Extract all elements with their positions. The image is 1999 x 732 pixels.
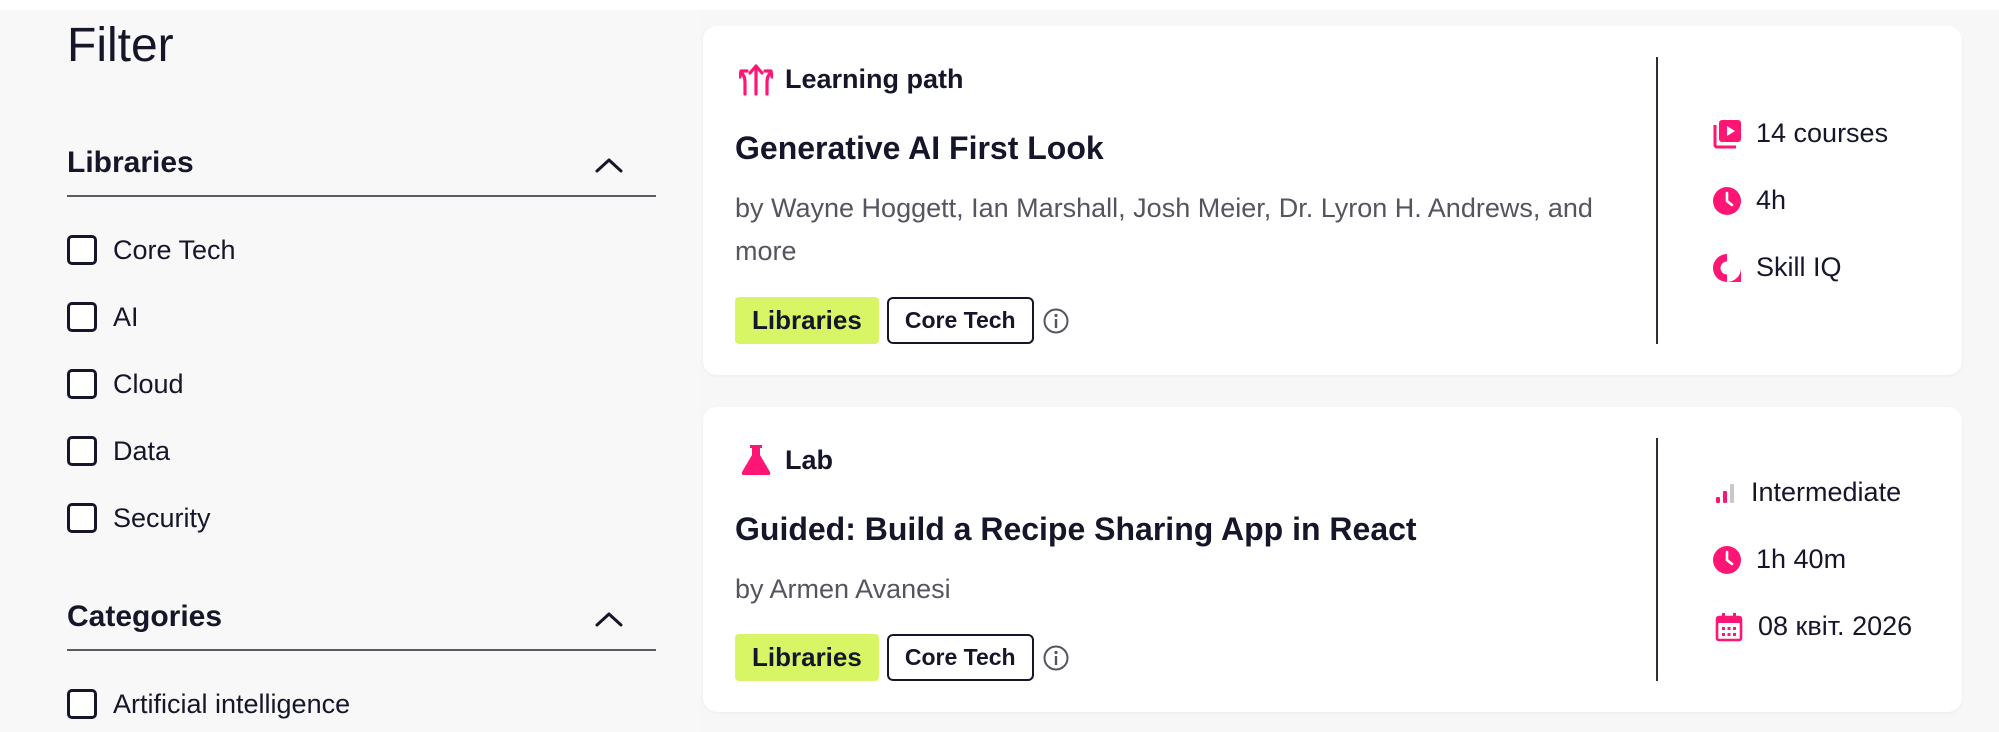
filter-option-label: Data <box>113 435 171 466</box>
meta-skill-iq: Skill IQ <box>1712 252 1842 283</box>
tag-libraries: Libraries <box>735 297 879 344</box>
card-divider <box>1656 57 1658 344</box>
filter-option-data[interactable]: Data <box>67 431 170 471</box>
learning-path-icon <box>739 64 773 96</box>
card-tags: Libraries Core Tech <box>735 634 1070 681</box>
libraries-section-label: Libraries <box>67 146 194 179</box>
checkbox[interactable] <box>67 235 97 265</box>
meta-level-text: Intermediate <box>1751 477 1902 507</box>
top-strip <box>0 0 1999 10</box>
meta-duration-text: 1h 40m <box>1756 544 1847 574</box>
meta-duration: 1h 40m <box>1712 544 1846 575</box>
tag-libraries: Libraries <box>735 634 879 681</box>
meta-courses-text: 14 courses <box>1756 118 1889 148</box>
libraries-section-header[interactable]: Libraries <box>67 128 656 197</box>
card-authors: by Wayne Hoggett, Ian Marshall, Josh Mei… <box>735 193 1593 266</box>
meta-duration-text: 4h <box>1756 185 1787 215</box>
clock-icon <box>1713 545 1741 574</box>
chevron-up-icon[interactable] <box>594 156 624 174</box>
filter-option-cloud[interactable]: Cloud <box>67 364 184 404</box>
clock-icon <box>1713 186 1741 215</box>
content-type-label: Lab <box>785 444 834 475</box>
skill-iq-icon <box>1713 253 1741 282</box>
card-authors: by Armen Avanesi <box>735 574 951 604</box>
tag-core-tech: Core Tech <box>886 297 1034 344</box>
chevron-up-icon[interactable] <box>594 610 624 628</box>
meta-date-text: 08 квіт. 2026 <box>1758 611 1913 641</box>
tag-core-tech: Core Tech <box>886 634 1034 681</box>
filter-option-label: AI <box>113 301 139 332</box>
checkbox[interactable] <box>67 689 97 719</box>
level-bars-icon <box>1716 483 1734 503</box>
filter-option-label: Security <box>113 502 211 533</box>
info-icon[interactable] <box>1042 307 1070 335</box>
filter-option-ai[interactable]: AI <box>67 297 139 337</box>
info-icon[interactable] <box>1042 644 1070 672</box>
meta-courses: 14 courses <box>1712 118 1888 149</box>
lab-flask-icon <box>741 445 771 475</box>
meta-level: Intermediate <box>1713 477 1901 508</box>
checkbox[interactable] <box>67 302 97 332</box>
meta-date: 08 квіт. 2026 <box>1714 611 1912 642</box>
filter-option-label: Artificial intelligence <box>113 688 351 719</box>
calendar-icon <box>1715 612 1743 641</box>
checkbox[interactable] <box>67 436 97 466</box>
filter-option-core-tech[interactable]: Core Tech <box>67 230 236 270</box>
result-card[interactable]: Learning path Generative AI First Look b… <box>703 26 1962 375</box>
filter-option-security[interactable]: Security <box>67 498 211 538</box>
filter-option-label: Cloud <box>113 368 184 399</box>
content-type-label: Learning path <box>785 63 964 94</box>
courses-icon <box>1713 119 1741 148</box>
checkbox[interactable] <box>67 503 97 533</box>
meta-skill-iq-text: Skill IQ <box>1756 252 1842 282</box>
meta-duration: 4h <box>1712 185 1786 216</box>
card-title[interactable]: Guided: Build a Recipe Sharing App in Re… <box>735 511 1417 548</box>
filter-option-label: Core Tech <box>113 234 236 265</box>
content-type: Lab <box>739 443 833 477</box>
card-tags: Libraries Core Tech <box>735 297 1070 344</box>
content-type: Learning path <box>739 62 964 96</box>
filter-title: Filter <box>67 19 174 72</box>
result-card[interactable]: Lab Guided: Build a Recipe Sharing App i… <box>703 407 1962 712</box>
categories-section-header[interactable]: Categories <box>67 582 656 651</box>
categories-section-label: Categories <box>67 600 223 633</box>
card-title[interactable]: Generative AI First Look <box>735 130 1104 167</box>
checkbox[interactable] <box>67 369 97 399</box>
filter-option-artificial-intelligence[interactable]: Artificial intelligence <box>67 684 350 724</box>
card-divider <box>1656 438 1658 681</box>
